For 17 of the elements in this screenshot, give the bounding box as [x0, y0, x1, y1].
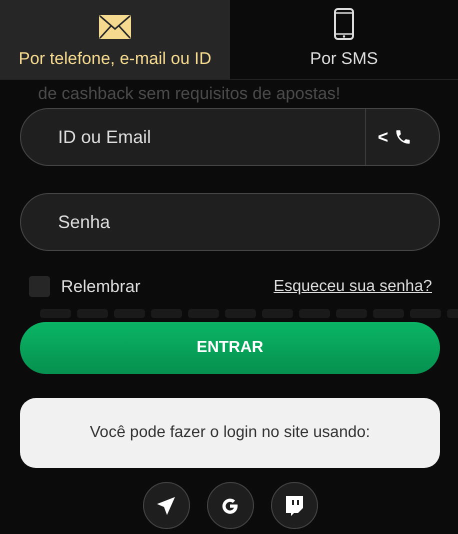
google-button[interactable]	[206, 482, 254, 529]
remember-label[interactable]: Relembrar	[61, 276, 140, 296]
google-icon	[220, 496, 240, 516]
envelope-icon	[98, 14, 132, 40]
promo-text: de cashback sem requisitos de apostas!	[38, 84, 342, 105]
paper-plane-icon	[156, 496, 176, 516]
phone-icon[interactable]	[394, 128, 412, 146]
forgot-password-link[interactable]: Esqueceu sua senha?	[274, 278, 432, 296]
login-tab[interactable]: Por telefone, e-mail ou ID	[0, 0, 230, 79]
password-field[interactable]: Senha	[20, 193, 440, 251]
switch-arrow[interactable]: <	[378, 126, 388, 148]
twitch-button[interactable]	[270, 482, 318, 529]
social-login-prompt: Você pode fazer o login no site usando:	[20, 398, 440, 468]
remember-checkbox[interactable]	[29, 276, 50, 297]
twitch-icon	[284, 494, 304, 516]
paper-plane-button[interactable]	[142, 482, 190, 529]
phone-icon	[334, 8, 354, 40]
